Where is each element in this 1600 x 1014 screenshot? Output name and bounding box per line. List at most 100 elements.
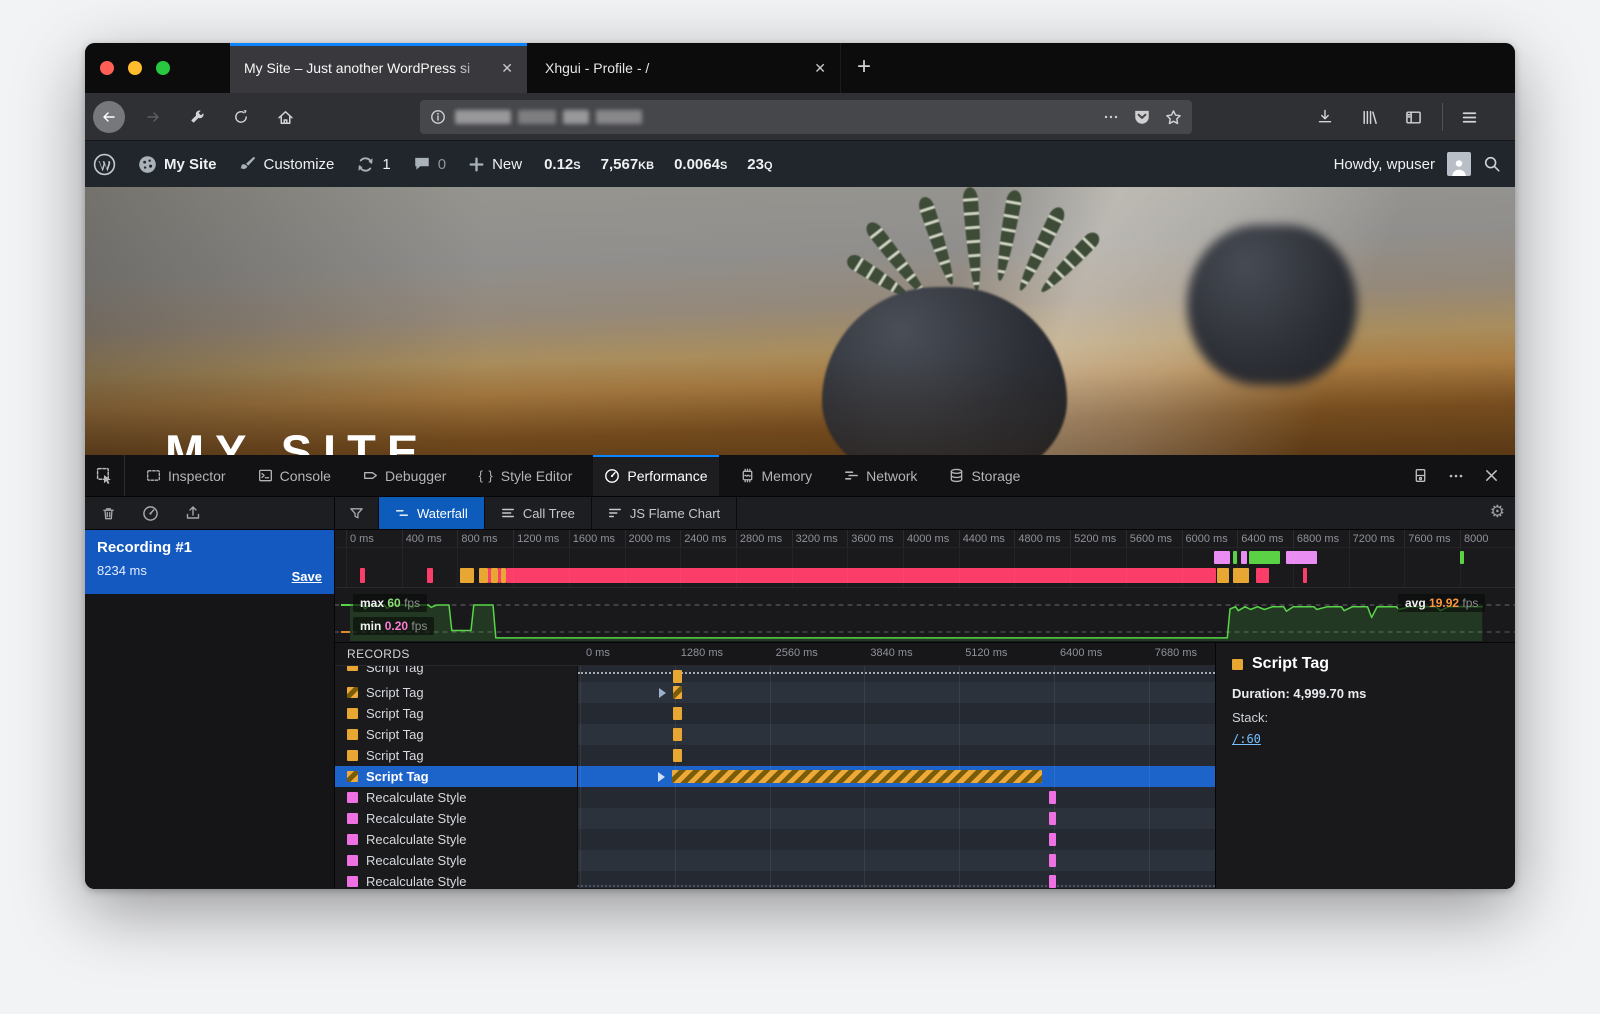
import-recording-icon[interactable]	[185, 505, 201, 521]
new-tab-button[interactable]: +	[857, 55, 871, 79]
performance-settings-gear-icon[interactable]: ⚙	[1490, 502, 1505, 522]
my-site-menu[interactable]: My Site	[138, 155, 217, 174]
record-row[interactable]: Script Tag	[335, 745, 1215, 766]
downloads-button[interactable]	[1313, 105, 1337, 129]
macos-minimize-button[interactable]	[128, 61, 142, 75]
comments-menu[interactable]: 0	[413, 155, 446, 173]
bookmark-star-icon[interactable]	[1165, 109, 1182, 126]
tab-close-icon[interactable]: ✕	[497, 58, 517, 79]
wp-logo-menu[interactable]	[93, 153, 116, 176]
tab-memory[interactable]: Memory	[729, 455, 824, 496]
new-content-menu[interactable]: New	[468, 156, 522, 173]
records-list[interactable]: Script TagScript TagScript TagScript Tag…	[335, 666, 1215, 888]
page-info-icon[interactable]	[430, 109, 446, 125]
waterfall-bar[interactable]	[673, 728, 682, 741]
customize-menu[interactable]: Customize	[239, 155, 335, 173]
library-icon	[1361, 109, 1378, 126]
ruler-tick	[1182, 530, 1183, 547]
waterfall-bar[interactable]	[1049, 812, 1056, 825]
record-row[interactable]: Script Tag	[335, 682, 1215, 703]
performance-dial-icon	[604, 468, 620, 484]
stack-frame-link[interactable]: /:60	[1232, 732, 1261, 746]
waterfall-bar[interactable]	[673, 670, 682, 683]
home-button[interactable]	[273, 105, 297, 129]
macos-zoom-button[interactable]	[156, 61, 170, 75]
view-waterfall-button[interactable]: Waterfall	[379, 497, 485, 529]
url-bar[interactable]	[420, 100, 1192, 134]
menu-button[interactable]	[1457, 105, 1481, 129]
waterfall-bar[interactable]	[673, 707, 682, 720]
ruler-label: 4800 ms	[1018, 533, 1060, 545]
record-row[interactable]: Recalculate Style	[335, 871, 1215, 888]
record-row[interactable]: Recalculate Style	[335, 808, 1215, 829]
waterfall-bar[interactable]	[1049, 854, 1056, 867]
updates-menu[interactable]: 1	[356, 155, 390, 174]
tab-xhgui[interactable]: Xhgui - Profile - / ✕	[531, 43, 841, 93]
record-row[interactable]: Script Tag	[335, 666, 1215, 682]
page-actions-icon[interactable]	[1103, 109, 1119, 125]
forward-button[interactable]	[141, 105, 165, 129]
devtools-tab-bar: Inspector Console Debugger { } Style Edi…	[85, 455, 1515, 497]
pocket-icon[interactable]	[1133, 108, 1151, 126]
overview-segment	[360, 568, 366, 583]
record-row[interactable]: Script Tag	[335, 724, 1215, 745]
back-button[interactable]	[93, 101, 125, 133]
tab-title: My Site – Just another WordPress si	[244, 60, 497, 76]
tab-my-site[interactable]: My Site – Just another WordPress si ✕	[230, 43, 527, 93]
waterfall-bar[interactable]	[1049, 875, 1056, 888]
reload-button[interactable]	[229, 105, 253, 129]
filter-button[interactable]	[335, 497, 379, 529]
save-recording-link[interactable]: Save	[292, 569, 322, 584]
search-icon[interactable]	[1483, 155, 1501, 173]
view-call-tree-button[interactable]: Call Tree	[485, 497, 592, 529]
expand-marker-icon[interactable]	[658, 772, 665, 782]
tab-performance[interactable]: Performance	[593, 455, 718, 496]
waterfall-bar[interactable]	[672, 770, 1042, 783]
debugger-icon	[363, 468, 378, 483]
waterfall-bar[interactable]	[1049, 791, 1056, 804]
tab-inspector[interactable]: Inspector	[135, 455, 237, 496]
recording-item[interactable]: Recording #1 8234 ms Save	[85, 530, 334, 594]
storage-database-icon	[949, 468, 964, 483]
tab-network[interactable]: Network	[833, 455, 928, 496]
record-row[interactable]: Recalculate Style	[335, 787, 1215, 808]
tab-debugger[interactable]: Debugger	[352, 455, 458, 496]
timeline-ruler[interactable]: 0 ms400 ms800 ms1200 ms1600 ms2000 ms240…	[335, 530, 1515, 548]
start-recording-icon[interactable]	[142, 505, 159, 522]
pick-element-button[interactable]	[85, 455, 125, 496]
view-js-flame-chart-button[interactable]: JS Flame Chart	[592, 497, 737, 529]
framerate-graph[interactable]: max 60 fps min 0.20 fps avg 19.92 fps	[335, 588, 1515, 643]
avatar[interactable]	[1447, 152, 1471, 176]
tab-style-editor[interactable]: { } Style Editor	[467, 455, 583, 496]
dock-side-icon[interactable]	[1413, 468, 1428, 483]
clear-recordings-trash-icon[interactable]	[101, 506, 116, 521]
tab-storage[interactable]: Storage	[938, 455, 1031, 496]
record-type-swatch	[347, 792, 358, 803]
devtools-menu-icon[interactable]	[1448, 468, 1464, 484]
record-row[interactable]: Script Tag	[335, 766, 1215, 787]
waterfall-overview[interactable]	[335, 548, 1515, 588]
macos-close-button[interactable]	[100, 61, 114, 75]
close-devtools-icon[interactable]	[1484, 468, 1499, 483]
overview-segment	[1217, 568, 1229, 583]
sidebars-button[interactable]	[1401, 105, 1425, 129]
waterfall-bar[interactable]	[673, 686, 682, 699]
expand-marker-icon[interactable]	[659, 688, 666, 698]
waterfall-bar[interactable]	[673, 749, 682, 762]
ruler-label: 6400 ms	[1241, 533, 1283, 545]
tab-console[interactable]: Console	[247, 455, 342, 496]
ruler-tick	[569, 530, 570, 547]
howdy-account-menu[interactable]: Howdy, wpuser	[1334, 156, 1435, 173]
waterfall-bar[interactable]	[1049, 833, 1056, 846]
tab-close-icon[interactable]: ✕	[810, 58, 830, 79]
record-row[interactable]: Script Tag	[335, 703, 1215, 724]
wrench-button[interactable]	[185, 105, 209, 129]
records-title: RECORDS	[347, 647, 410, 661]
overview-gridline	[680, 548, 681, 587]
record-row[interactable]: Recalculate Style	[335, 850, 1215, 871]
fps-line-chart	[335, 588, 1515, 643]
record-row[interactable]: Recalculate Style	[335, 829, 1215, 850]
record-label: Recalculate Style	[366, 790, 466, 805]
library-button[interactable]	[1357, 105, 1381, 129]
overview-segment	[1249, 551, 1279, 564]
